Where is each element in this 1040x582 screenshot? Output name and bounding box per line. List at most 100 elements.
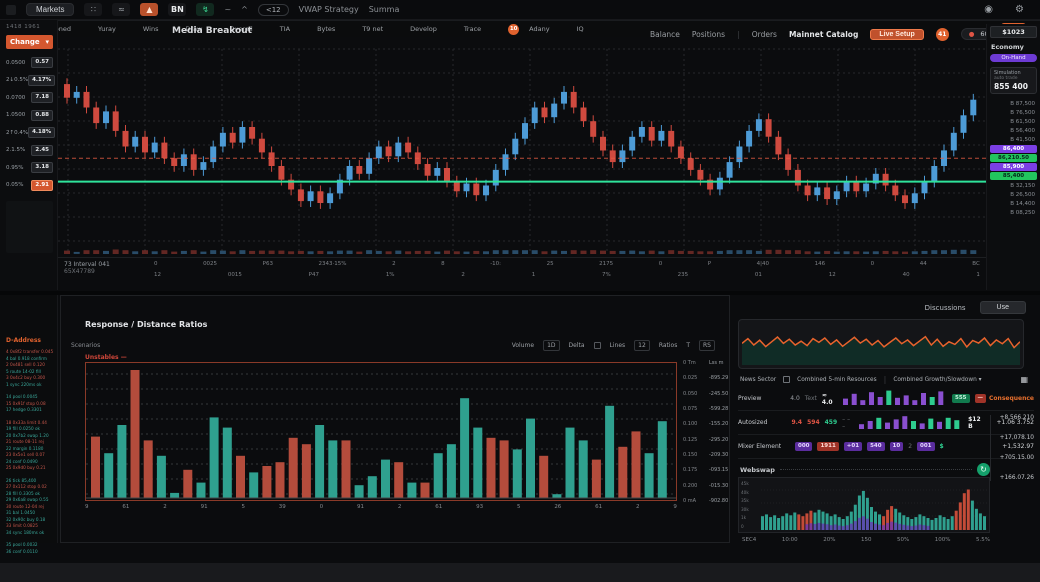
ratios-y-value: -093.15: [709, 467, 728, 473]
log-sidebar[interactable]: D-Address 4 0x8f2 transfer 0.0454 bal 0.…: [0, 295, 58, 543]
status-item[interactable]: Trace: [464, 25, 481, 33]
time-axis[interactable]: 73 Interval 041 65X47789 00025P632343·15…: [58, 257, 986, 290]
live-setup-button[interactable]: Live Setup: [870, 29, 923, 40]
time-tick: 1: [976, 272, 980, 283]
subheader-link-orders[interactable]: Orders: [752, 30, 777, 39]
control-delta[interactable]: Delta: [569, 342, 585, 349]
scale-value-box[interactable]: $1023: [990, 26, 1037, 38]
status-item[interactable]: Wins: [143, 25, 159, 33]
row-label: Mixer Element: [738, 443, 790, 450]
control-1d[interactable]: 1D: [543, 340, 559, 351]
status-item[interactable]: TIA: [280, 25, 290, 33]
time-tick: 25: [547, 261, 554, 272]
webswap-chart-card[interactable]: 45k40k35k30k1k0: [738, 477, 990, 533]
price-highlight-green[interactable]: 86,210.50: [990, 154, 1037, 162]
subheader-link-positions[interactable]: Positions: [692, 30, 725, 39]
sidebar-row[interactable]: 2↑0.4%4.18%: [6, 127, 53, 138]
use-button[interactable]: Use: [980, 301, 1026, 314]
subheader-link-balance[interactable]: Balance: [650, 30, 680, 39]
legend-combined-resources[interactable]: Combined 5-min Resources: [797, 377, 876, 383]
legend-checkbox[interactable]: [783, 376, 790, 383]
control-rs[interactable]: RS: [699, 340, 715, 351]
sidebar-row[interactable]: 2.1.5%2.45: [6, 145, 53, 156]
sparkline-chart[interactable]: [742, 323, 1020, 365]
timeframe-pill[interactable]: <12: [258, 4, 289, 16]
control-t[interactable]: T: [686, 342, 690, 349]
status-item[interactable]: T9 net: [362, 25, 383, 33]
sidebar-row[interactable]: 2↓0.5%4.17%: [6, 75, 53, 86]
ratios-bar-chart[interactable]: [85, 362, 677, 508]
price-tick: B 41,500: [990, 135, 1037, 144]
accounts-icon[interactable]: ◉: [978, 4, 999, 15]
settings-icon[interactable]: ⚙: [1009, 4, 1030, 15]
bird-icon[interactable]: ▲: [140, 3, 158, 16]
summa-label[interactable]: Summa: [369, 5, 400, 14]
control-12[interactable]: 12: [634, 340, 650, 351]
ratios-bars-svg[interactable]: [85, 362, 677, 504]
webswap-x-tick: 10:00: [782, 537, 798, 543]
pulse-icon[interactable]: ↯: [196, 3, 214, 16]
discussions-tab[interactable]: Discussions: [925, 304, 966, 312]
log-line: 29 0x6a8 swap 0.55: [6, 497, 55, 504]
sidebar-row[interactable]: 0.05000.57: [6, 57, 53, 68]
control-checkbox[interactable]: [594, 342, 601, 349]
ratios-y-value: -599.28: [709, 406, 728, 412]
tilde-icon[interactable]: ~: [224, 5, 231, 14]
control-ratios[interactable]: Ratios: [659, 342, 678, 349]
legend-news-sector[interactable]: News Sector: [740, 377, 776, 383]
status-item[interactable]: Adany: [529, 25, 549, 33]
control-volume[interactable]: Volume: [512, 342, 534, 349]
sidebar-row[interactable]: 1.05000.88: [6, 110, 53, 121]
status-item[interactable]: Develop: [410, 25, 437, 33]
status-item[interactable]: IQ: [577, 25, 584, 33]
price-highlight-purple[interactable]: 85,900: [990, 163, 1037, 171]
webswap-y-tick: 1k: [741, 515, 761, 520]
mainnet-catalog-label: Mainnet Catalog: [789, 30, 858, 39]
status-item[interactable]: Yuray: [98, 25, 116, 33]
strategy-label[interactable]: VWAP Strategy: [299, 5, 359, 14]
pattern-icon[interactable]: ∷: [84, 3, 102, 16]
waves-icon[interactable]: ≈: [112, 3, 130, 16]
row-mini-chart: [859, 413, 963, 433]
time-tick: 0: [659, 261, 663, 272]
ratios-x-tick: 2: [636, 504, 640, 510]
change-button[interactable]: Change ▾: [6, 35, 53, 49]
grid-icon[interactable]: ▦: [1020, 375, 1028, 384]
sidebar-row[interactable]: 0.05%2.91: [6, 180, 53, 191]
markets-button[interactable]: Markets: [26, 3, 74, 16]
status-badge[interactable]: 10: [508, 24, 519, 35]
price-highlight-green[interactable]: 85,400: [990, 172, 1037, 180]
row-label: Autosized: [738, 419, 786, 426]
link-divider: |: [737, 30, 740, 39]
caret-icon[interactable]: ^: [241, 5, 248, 14]
candlestick-chart[interactable]: [58, 44, 986, 256]
webswap-x-tick: SEC4: [742, 537, 756, 543]
sidebar-row-label: 0.95%: [6, 165, 23, 171]
price-highlight-purple[interactable]: 86,400: [990, 145, 1037, 153]
webswap-x-axis: SEC410:0020%15050%100%5.5%: [742, 537, 990, 543]
sidebar-row[interactable]: 0.95%3.18: [6, 162, 53, 173]
pill-item-0[interactable]: ●: [969, 30, 975, 38]
price-tick: B 26,500: [990, 190, 1037, 199]
refresh-icon[interactable]: ↻: [977, 463, 990, 476]
ratios-x-tick: 5: [241, 504, 245, 510]
sidebar-caption: 1418 1961: [6, 24, 53, 30]
status-item[interactable]: Bytes: [317, 25, 335, 33]
panel-row[interactable]: Preview4.0Text≈ 4.0555—Consequence: [738, 387, 1034, 411]
alert-badge[interactable]: 41: [936, 28, 949, 41]
session-id: 65X47789: [64, 268, 150, 275]
time-tick: 0015: [228, 272, 242, 283]
webswap-chart[interactable]: [761, 480, 987, 530]
main-chart-area[interactable]: [58, 44, 986, 256]
price-scale[interactable]: $1023 Economy On-Hand Simulation auto tr…: [986, 24, 1040, 290]
legend-growth-dropdown[interactable]: Combined Growth/Slowdown ▾: [893, 377, 981, 383]
sparkline-card[interactable]: [738, 319, 1024, 369]
ratios-controls: Volume 1D Delta Lines 12 Ratios T RS: [512, 340, 715, 351]
onhand-badge[interactable]: On-Hand: [990, 54, 1037, 62]
sidebar-row[interactable]: 0.07007.18: [6, 92, 53, 103]
simulation-box[interactable]: Simulation auto trade 855 400: [990, 67, 1037, 94]
control-lines[interactable]: Lines: [610, 342, 626, 349]
row-badge: 555: [952, 394, 969, 403]
time-tick: 40: [903, 272, 910, 283]
bn-icon[interactable]: BN: [168, 3, 186, 16]
